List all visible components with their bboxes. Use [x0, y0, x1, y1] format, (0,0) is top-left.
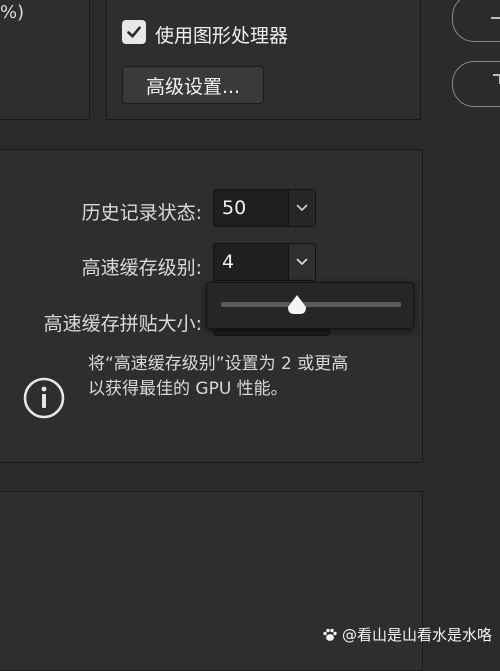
history-states-dropdown-button[interactable] [288, 190, 315, 226]
history-states-combo[interactable]: 50 [213, 189, 316, 227]
cache-level-slider-popup [206, 282, 414, 329]
info-text-line1: 将“高速缓存级别”设置为 2 或更高 [88, 354, 349, 374]
cache-levels-dropdown-button[interactable] [288, 244, 315, 280]
paw-icon [323, 628, 337, 641]
slider-thumb[interactable] [286, 294, 308, 316]
advanced-settings-button[interactable]: 高级设置... [122, 66, 264, 104]
watermark-text: @看山是山看水是水咯 [341, 626, 492, 644]
cache-tile-size-label: 高速缓存拼贴大小: [43, 313, 202, 335]
info-icon [23, 377, 65, 419]
cache-levels-value[interactable]: 4 [214, 244, 288, 280]
cache-levels-combo[interactable]: 4 [213, 243, 316, 281]
chevron-down-icon [296, 204, 308, 211]
use-gpu-label: 使用图形处理器 [155, 25, 289, 47]
info-text-line2: 以获得最佳的 GPU 性能。 [88, 379, 288, 399]
info-text: 将“高速缓存级别”设置为 2 或更高 以获得最佳的 GPU 性能。 [88, 352, 348, 402]
right-button-1[interactable] [452, 0, 500, 42]
chevron-down-icon [296, 258, 308, 265]
cache-level-slider-track[interactable] [221, 302, 401, 307]
check-icon [127, 26, 141, 38]
right-button-1-glyph [491, 17, 500, 19]
history-states-label: 历史记录状态: [81, 202, 202, 224]
use-gpu-checkbox[interactable] [122, 20, 146, 44]
watermark: @看山是山看水是水咯 [322, 624, 492, 645]
right-button-2[interactable] [452, 61, 500, 107]
clipped-percent-text: %) [0, 2, 25, 23]
cache-levels-label: 高速缓存级别: [81, 257, 202, 279]
history-states-value[interactable]: 50 [214, 190, 288, 226]
